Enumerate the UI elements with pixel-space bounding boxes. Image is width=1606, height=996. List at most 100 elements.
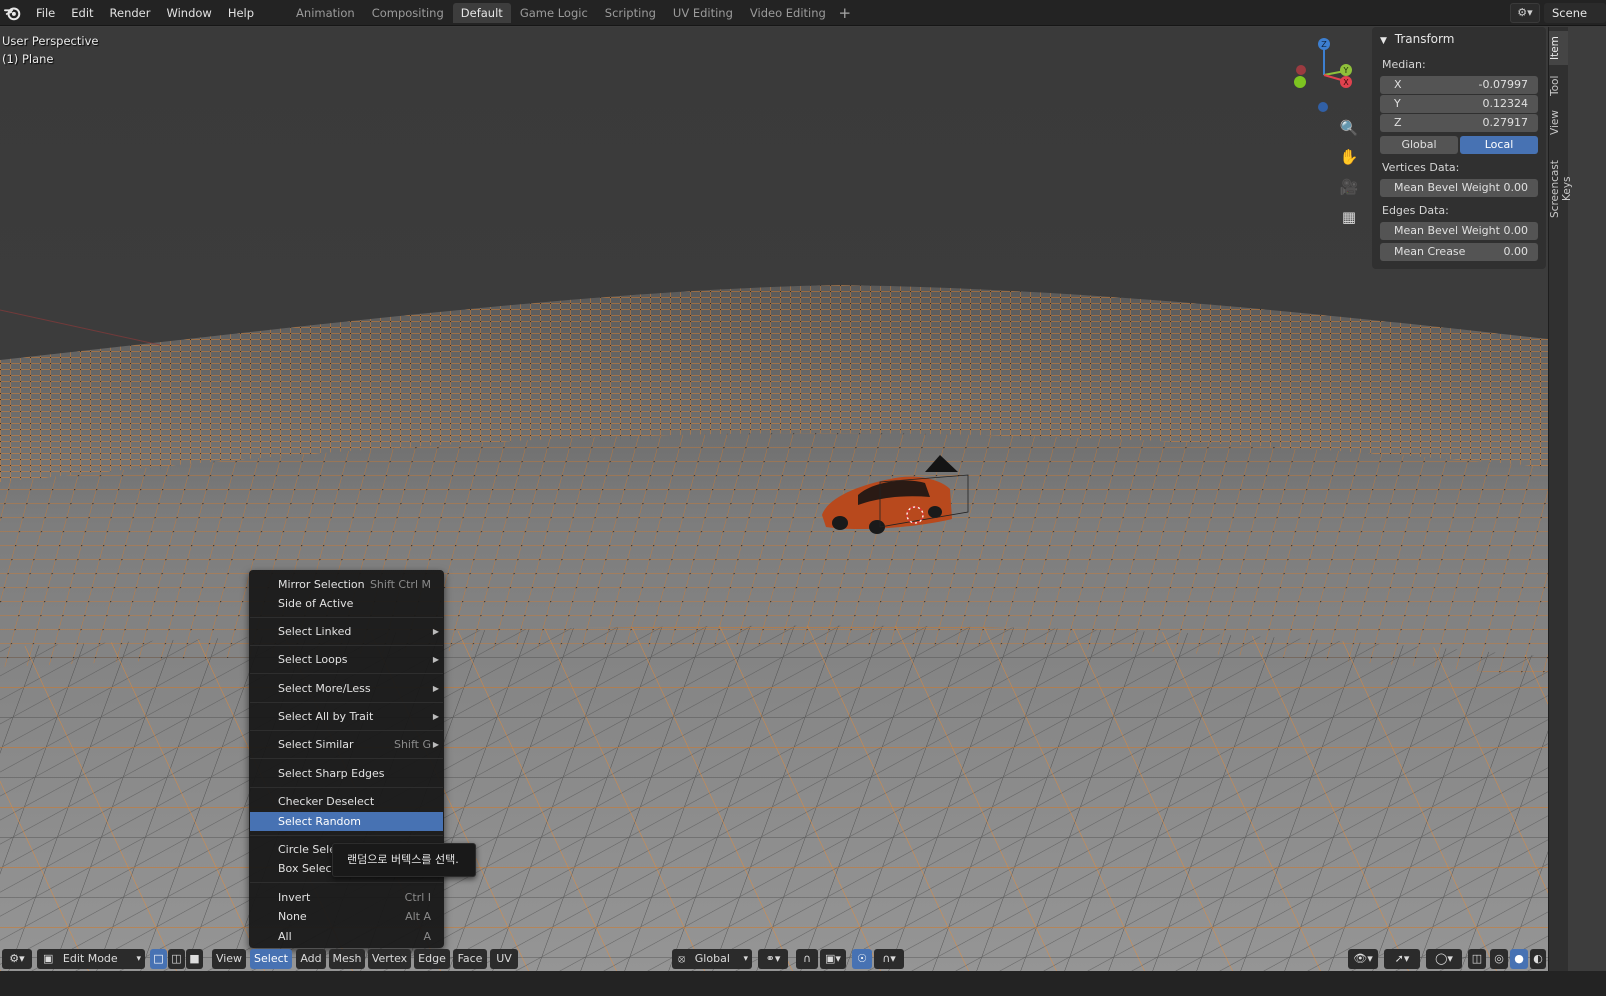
mode-selector[interactable]: ▣ Edit Mode ▾: [37, 949, 145, 969]
proportional-editing-icon[interactable]: ☉: [852, 949, 872, 969]
pan-hand-icon[interactable]: ✋: [1336, 144, 1362, 170]
transform-panel: ▼ Transform Median: X -0.07997 Y 0.12324…: [1372, 27, 1546, 269]
submenu-arrow-icon: ▶: [432, 627, 439, 636]
menu-item-select-similar[interactable]: Select Similar Shift G ▶: [250, 735, 443, 754]
vertex-select-mode-icon[interactable]: □: [150, 949, 167, 969]
menu-item-none[interactable]: None Alt A: [250, 907, 443, 926]
camera-view-icon[interactable]: 🎥: [1336, 174, 1362, 200]
submenu-arrow-icon: ▶: [432, 655, 439, 664]
submenu-arrow-icon: ▶: [432, 684, 439, 693]
header-menu-add[interactable]: Add: [296, 949, 326, 969]
overlays-icon[interactable]: ◯▾: [1426, 949, 1462, 969]
menu-separator: [250, 702, 443, 703]
tab-video-editing[interactable]: Video Editing: [742, 3, 834, 23]
median-z-field[interactable]: Z 0.27917: [1380, 114, 1538, 132]
editor-type-icon[interactable]: ⚙▾: [2, 949, 32, 969]
pivot-point-icon[interactable]: ⚭▾: [758, 949, 788, 969]
menu-item-label: Side of Active: [278, 597, 354, 610]
edge-bevel-weight-field[interactable]: Mean Bevel Weight 0.00: [1380, 222, 1538, 240]
menu-item-label: Select Linked: [278, 625, 352, 638]
menu-item-select-random[interactable]: Select Random: [250, 812, 443, 831]
mean-crease-value: 0.00: [1503, 245, 1529, 258]
menu-item-label: Select All by Trait: [278, 710, 374, 723]
viewport-perspective-label: User Perspective: [2, 34, 99, 48]
sidebar-tabs: Item Tool View Screencast Keys: [1548, 27, 1573, 971]
header-menu-mesh[interactable]: Mesh: [329, 949, 365, 969]
menu-item-select-loops[interactable]: Select Loops ▶: [250, 650, 443, 669]
snap-magnet-icon[interactable]: ∩: [796, 949, 818, 969]
sidebar-tab-tool[interactable]: Tool: [1549, 69, 1568, 103]
header-menu-uv[interactable]: UV: [490, 949, 518, 969]
sidebar-tab-item[interactable]: Item: [1549, 31, 1568, 65]
menu-item-all[interactable]: All A: [250, 927, 443, 946]
tab-game-logic[interactable]: Game Logic: [512, 3, 596, 23]
menu-item-invert[interactable]: Invert Ctrl I: [250, 888, 443, 907]
scene-browse-icon[interactable]: ⚙▾: [1510, 3, 1540, 23]
header-menu-view[interactable]: View: [212, 949, 246, 969]
transform-orientation-dropdown[interactable]: ⦻ Global ▾: [672, 949, 752, 969]
menu-help[interactable]: Help: [220, 2, 262, 24]
wireframe-shading-icon[interactable]: ◎: [1490, 949, 1508, 969]
menu-item-label: Select More/Less: [278, 682, 371, 695]
median-label: Median:: [1382, 58, 1426, 71]
menu-item-label: Select Loops: [278, 653, 348, 666]
3d-viewport[interactable]: User Perspective (1) Plane Z Y X 🔍 ✋ 🎥 ▦: [0, 27, 1548, 971]
xray-toggle-icon[interactable]: ◫: [1468, 949, 1486, 969]
menu-render[interactable]: Render: [102, 2, 159, 24]
menu-item-select-sharp-edges[interactable]: Select Sharp Edges: [250, 764, 443, 783]
edge-select-mode-icon[interactable]: ◫: [168, 949, 185, 969]
global-toggle-button[interactable]: Global: [1380, 136, 1458, 154]
mode-label: Edit Mode: [62, 952, 118, 965]
menu-item-select-all-by-trait[interactable]: Select All by Trait ▶: [250, 707, 443, 726]
median-x-value: -0.07997: [1478, 78, 1528, 91]
menu-item-select-linked[interactable]: Select Linked ▶: [250, 622, 443, 641]
menu-file[interactable]: File: [28, 2, 63, 24]
vertex-bevel-weight-field[interactable]: Mean Bevel Weight 0.00: [1380, 179, 1538, 197]
sidebar-tab-screencast-keys[interactable]: Screencast Keys: [1549, 143, 1573, 235]
material-shading-icon[interactable]: ◐: [1530, 949, 1546, 969]
menu-item-select-more-less[interactable]: Select More/Less ▶: [250, 679, 443, 698]
ortho-grid-icon[interactable]: ▦: [1336, 204, 1362, 230]
tab-default[interactable]: Default: [452, 2, 511, 23]
header-menu-vertex[interactable]: Vertex: [368, 949, 411, 969]
gizmo-toggle-icon[interactable]: ➚▾: [1384, 949, 1420, 969]
local-toggle-button[interactable]: Local: [1460, 136, 1538, 154]
viewport-object-label: (1) Plane: [2, 52, 54, 66]
blender-logo-icon[interactable]: [4, 4, 22, 22]
menu-edit[interactable]: Edit: [63, 2, 101, 24]
solid-shading-icon[interactable]: ●: [1510, 949, 1528, 969]
menu-item-shortcut: Shift Ctrl M: [369, 578, 431, 591]
menu-window[interactable]: Window: [158, 2, 219, 24]
tab-animation[interactable]: Animation: [288, 3, 363, 23]
header-menu-select[interactable]: Select: [250, 949, 292, 969]
tab-scripting[interactable]: Scripting: [597, 3, 664, 23]
menu-item-side-of-active[interactable]: Side of Active: [250, 594, 443, 613]
sidebar-tab-view[interactable]: View: [1549, 105, 1568, 141]
mean-crease-field[interactable]: Mean Crease 0.00: [1380, 243, 1538, 261]
median-y-field[interactable]: Y 0.12324: [1380, 95, 1538, 113]
tab-uv-editing[interactable]: UV Editing: [665, 3, 741, 23]
tab-compositing[interactable]: Compositing: [364, 3, 452, 23]
header-menu-face[interactable]: Face: [453, 949, 487, 969]
menu-item-checker-deselect[interactable]: Checker Deselect: [250, 792, 443, 811]
face-select-mode-icon[interactable]: ■: [186, 949, 203, 969]
gizmo-x-label: X: [1343, 78, 1349, 87]
add-workspace-icon[interactable]: +: [835, 3, 855, 23]
falloff-curve-icon[interactable]: ∩▾: [874, 949, 904, 969]
scene-name-field[interactable]: Scene: [1544, 3, 1606, 23]
zoom-icon[interactable]: 🔍: [1336, 115, 1362, 141]
scene-selector: ⚙▾ Scene: [1510, 2, 1606, 24]
menu-item-label: Mirror Selection: [278, 578, 365, 591]
menu-item-shortcut: A: [423, 930, 431, 943]
vertex-bevel-weight-value: 0.00: [1503, 181, 1529, 194]
menu-item-mirror-selection[interactable]: Mirror Selection Shift Ctrl M: [250, 575, 443, 594]
navigation-gizmo[interactable]: Z Y X: [1290, 35, 1360, 115]
transform-panel-header[interactable]: ▼ Transform: [1380, 29, 1454, 49]
visibility-eye-icon[interactable]: 👁▾: [1348, 949, 1378, 969]
snap-target-icon[interactable]: ▣▾: [820, 949, 846, 969]
chevron-down-icon: ▾: [743, 954, 748, 964]
median-x-field[interactable]: X -0.07997: [1380, 76, 1538, 94]
viewport-header: ⚙▾ ▣ Edit Mode ▾ □ ◫ ■ View Select Add M…: [0, 947, 1548, 971]
terrain-mesh: [0, 27, 1548, 971]
header-menu-edge[interactable]: Edge: [414, 949, 450, 969]
